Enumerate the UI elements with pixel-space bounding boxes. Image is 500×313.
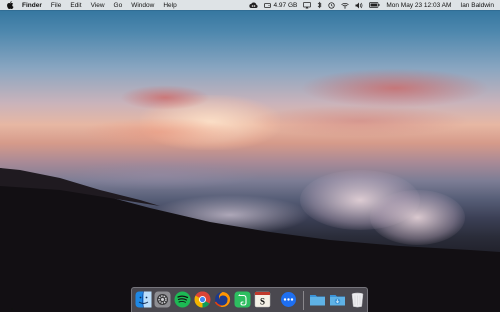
- chrome-icon[interactable]: [194, 291, 211, 308]
- evernote-icon[interactable]: [234, 291, 251, 308]
- messages-icon[interactable]: [280, 291, 297, 308]
- user-account-menu[interactable]: Ian Baldwin: [460, 2, 494, 9]
- svg-text:S: S: [260, 297, 265, 307]
- menu-window[interactable]: Window: [131, 2, 154, 9]
- menu-bar: Finder File Edit View Go Window Help 4.9…: [0, 0, 500, 10]
- menu-edit[interactable]: Edit: [70, 2, 81, 9]
- creative-cloud-icon[interactable]: [249, 2, 259, 9]
- storage-free-label[interactable]: 4.97 GB: [273, 2, 297, 9]
- system-preferences-icon[interactable]: [154, 291, 171, 308]
- folder-icon[interactable]: [309, 291, 326, 308]
- downloads-folder-icon[interactable]: [329, 291, 346, 308]
- dock-separator: [303, 291, 304, 310]
- time-machine-icon[interactable]: [328, 1, 335, 9]
- volume-icon[interactable]: [355, 2, 363, 9]
- mountain-silhouette: [0, 168, 500, 312]
- bluetooth-icon[interactable]: [317, 1, 322, 9]
- dock: S: [131, 287, 368, 312]
- menu-go[interactable]: Go: [114, 2, 123, 9]
- finder-running-indicator: [11, 308, 13, 310]
- menu-app-name[interactable]: Finder: [22, 2, 42, 9]
- menu-view[interactable]: View: [91, 2, 105, 9]
- firefox-icon[interactable]: [214, 291, 231, 308]
- wifi-icon[interactable]: [341, 2, 350, 9]
- airplay-icon[interactable]: [303, 1, 312, 9]
- hard-drive-icon[interactable]: [264, 2, 272, 9]
- scrivener-icon[interactable]: S: [254, 291, 271, 308]
- status-area: 4.97 GB Mon May 23 12:03 AM Ian Baldwin: [243, 0, 500, 10]
- menu-help[interactable]: Help: [163, 2, 176, 9]
- trash-icon[interactable]: [349, 291, 366, 308]
- apple-icon[interactable]: [7, 1, 15, 9]
- clock[interactable]: Mon May 23 12:03 AM: [386, 2, 451, 9]
- finder-icon[interactable]: [135, 291, 152, 308]
- desktop-wallpaper: [0, 0, 500, 312]
- menu-file[interactable]: File: [51, 2, 61, 9]
- spotify-icon[interactable]: [174, 291, 191, 308]
- battery-icon[interactable]: [369, 2, 380, 8]
